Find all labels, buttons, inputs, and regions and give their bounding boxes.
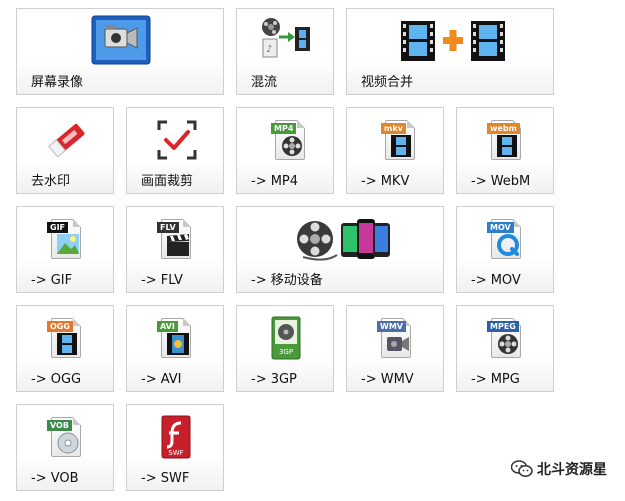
tile-label: 视频合并 [361, 75, 414, 90]
webm-file-icon: webm [487, 120, 521, 160]
camera-screen-icon [91, 15, 151, 65]
tile-label: -> 移动设备 [251, 273, 323, 288]
tile-remove-watermark[interactable]: 去水印 [16, 107, 114, 194]
tile-video-merge[interactable]: 视频合并 [346, 8, 554, 95]
flv-file-icon: FLV [157, 219, 191, 259]
tile-label: -> MOV [471, 273, 521, 288]
tile-crop[interactable]: 画面裁剪 [126, 107, 224, 194]
tile-to-avi[interactable]: AVI -> AVI [126, 305, 224, 392]
tile-mix[interactable]: ♪ 混流 [236, 8, 334, 95]
tile-to-mobile[interactable]: -> 移动设备 [236, 206, 444, 293]
ogg-file-icon: OGG [47, 318, 81, 358]
tile-label: 屏幕录像 [31, 75, 84, 90]
tile-to-mov[interactable]: MOV -> MOV [456, 206, 554, 293]
tile-to-wmv[interactable]: WMV -> WMV [346, 305, 444, 392]
tile-to-mp4[interactable]: MP4 -> MP4 [236, 107, 334, 194]
tile-to-mkv[interactable]: mkv -> MKV [346, 107, 444, 194]
tile-label: -> GIF [31, 273, 73, 288]
tile-label: 去水印 [31, 174, 71, 189]
eraser-icon [43, 118, 91, 162]
tile-label: -> MP4 [251, 174, 299, 189]
tile-label: -> WebM [471, 174, 531, 189]
mpg-file-icon: MPEG [487, 318, 521, 358]
mkv-file-icon: mkv [381, 120, 415, 160]
tile-label: -> MKV [361, 174, 410, 189]
tile-to-3gp[interactable]: 3GP -> 3GP [236, 305, 334, 392]
tile-label: -> OGG [31, 372, 82, 387]
reel-phones-icon [295, 215, 391, 263]
tile-to-swf[interactable]: SWF -> SWF [126, 404, 224, 491]
tile-label: -> FLV [141, 273, 183, 288]
tile-label: 混流 [251, 75, 278, 90]
tile-label: -> MPG [471, 372, 520, 387]
3gp-file-icon: 3GP [271, 316, 301, 360]
watermark: 北斗资源星 [510, 459, 607, 479]
tile-to-vob[interactable]: VOB -> VOB [16, 404, 114, 491]
crop-check-icon [157, 120, 197, 160]
tile-screen-record[interactable]: 屏幕录像 [16, 8, 224, 95]
svg-text:♪: ♪ [266, 44, 272, 55]
mix-film-icon: ♪ [261, 17, 311, 61]
tile-label: -> WMV [361, 372, 414, 387]
tile-to-mpg[interactable]: MPEG -> MPG [456, 305, 554, 392]
svg-text:3GP: 3GP [279, 348, 293, 356]
tile-to-ogg[interactable]: OGG -> OGG [16, 305, 114, 392]
wmv-file-icon: WMV [377, 318, 411, 358]
svg-text:SWF: SWF [168, 449, 183, 457]
tile-label: -> 3GP [251, 372, 297, 387]
vob-file-icon: VOB [47, 417, 81, 457]
tile-to-webm[interactable]: webm -> WebM [456, 107, 554, 194]
mov-file-icon: MOV [487, 219, 521, 259]
avi-file-icon: AVI [157, 318, 191, 358]
film-plus-film-icon [401, 19, 505, 63]
wechat-icon [510, 460, 533, 478]
swf-file-icon: SWF [161, 415, 191, 459]
tile-to-flv[interactable]: FLV -> FLV [126, 206, 224, 293]
tile-label: 画面裁剪 [141, 174, 194, 189]
gif-file-icon: GIF [47, 219, 81, 259]
watermark-text: 北斗资源星 [537, 462, 607, 478]
tile-label: -> VOB [31, 471, 79, 486]
tile-label: -> SWF [141, 471, 190, 486]
mp4-file-icon: MP4 [271, 120, 305, 160]
tile-label: -> AVI [141, 372, 182, 387]
tile-to-gif[interactable]: GIF -> GIF [16, 206, 114, 293]
